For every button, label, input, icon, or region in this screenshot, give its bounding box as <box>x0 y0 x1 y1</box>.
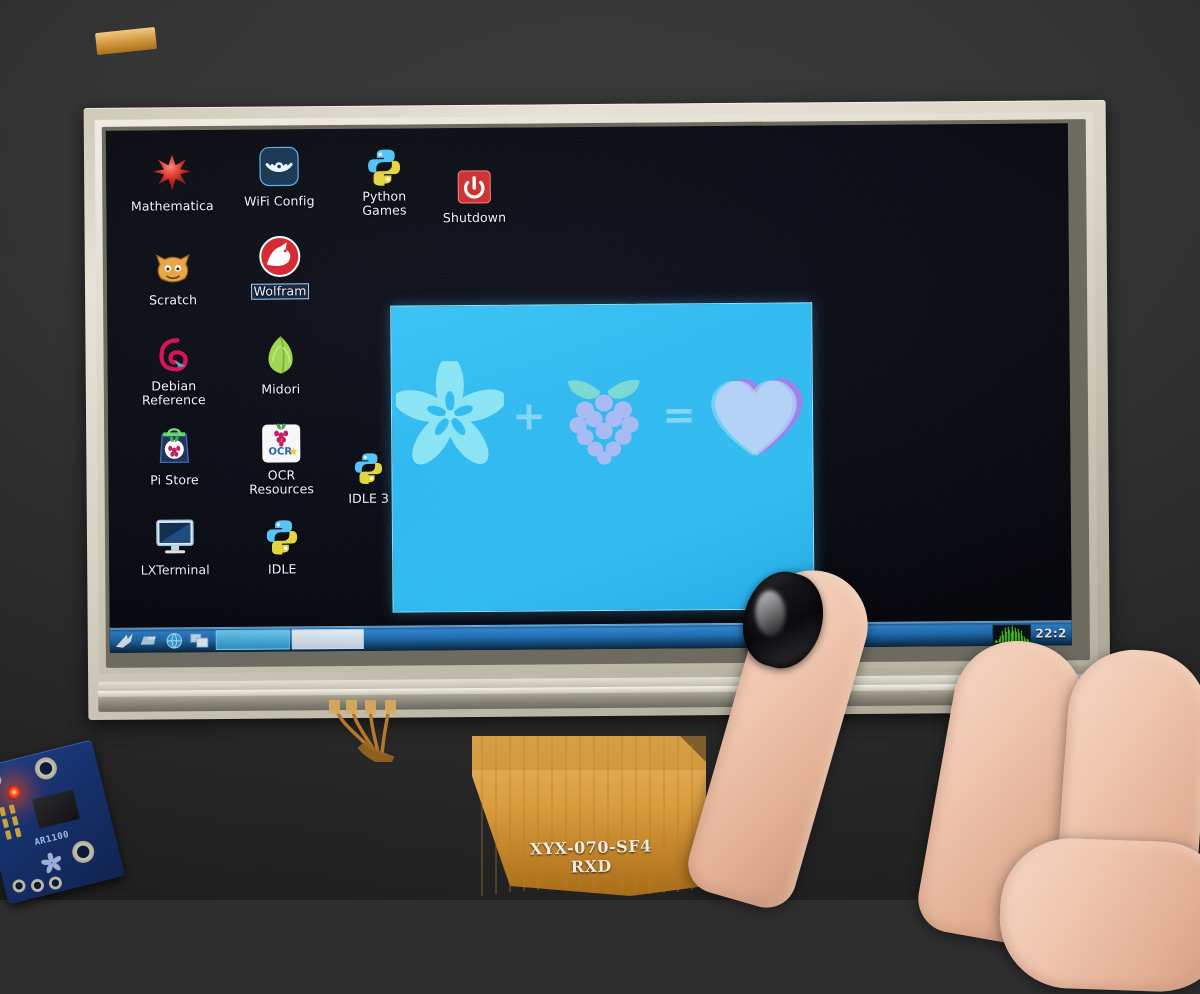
svg-text:OCR: OCR <box>269 446 293 457</box>
lxde-bird-icon <box>114 633 133 649</box>
wallpaper-image-adafruit-loves-raspberry-pi[interactable]: + <box>390 302 814 612</box>
desktop-icon-label: Wolfram <box>252 284 309 298</box>
touchscreen-ribbon-cable-upper <box>318 700 426 762</box>
equals-sign: = <box>662 395 696 435</box>
desktop-icon-mathematica[interactable]: Mathematica <box>124 148 221 215</box>
taskbar-window-buttons <box>216 629 364 650</box>
file-manager-launcher[interactable] <box>138 630 160 650</box>
clock[interactable]: 22:2 <box>1035 626 1067 640</box>
lcd-display-module: Mathematica WiFi Config <box>84 100 1111 720</box>
desktop-icon-debian-reference[interactable]: Debian Reference <box>125 332 222 408</box>
ribbon-cable-label: XYX-070-SF4 RXD <box>496 836 687 879</box>
raspberry-pi-icon <box>554 361 655 472</box>
wallpaper-equation-row: + <box>392 351 813 480</box>
panel-rail <box>98 683 1100 697</box>
desktop-icon-python-games[interactable]: Python Games <box>336 142 433 218</box>
lxterminal-monitor-icon <box>127 512 223 557</box>
cpu-bar <box>1002 630 1003 642</box>
pi-store-bag-icon <box>126 422 222 467</box>
python-icon <box>234 511 330 556</box>
debian-swirl-icon <box>125 332 221 377</box>
taskbar-window-button[interactable] <box>292 629 364 650</box>
desktop-icon-label: Mathematica <box>129 199 216 213</box>
adafruit-flower-icon <box>396 361 505 474</box>
desktop-icon-label: Debian Reference <box>140 379 208 407</box>
desktop-icon-scratch[interactable]: Scratch <box>125 242 222 309</box>
show-desktop-button[interactable] <box>188 630 210 650</box>
desktop-icon-label: Midori <box>259 382 302 396</box>
desktop-icon-pi-store[interactable]: Pi Store <box>126 422 223 489</box>
taskbar-spacer <box>364 634 993 639</box>
wolfram-icon <box>232 233 328 278</box>
desktop-icon-label: Scratch <box>147 293 199 307</box>
mathematica-star-icon <box>124 148 220 193</box>
desktop-icon-lxterminal[interactable]: LXTerminal <box>127 512 224 579</box>
desktop-icon-label: Pi Store <box>148 473 201 487</box>
taskbar-launcher-group <box>110 630 210 651</box>
python-icon <box>336 142 432 187</box>
heart-icon <box>704 363 809 466</box>
desktop-icon-label: Shutdown <box>441 211 508 225</box>
lcd-screen[interactable]: Mathematica WiFi Config <box>106 123 1072 653</box>
desktop-icon-wifi-config[interactable]: WiFi Config <box>231 143 328 210</box>
globe-icon <box>165 632 182 649</box>
desktop-icon-shutdown[interactable]: Shutdown <box>426 160 523 227</box>
taskbar-window-button-active[interactable] <box>216 629 290 650</box>
plus-sign: + <box>512 396 546 436</box>
windows-stack-icon <box>189 633 208 648</box>
desktop-icon-label: OCR Resources <box>247 468 316 496</box>
scratch-cat-icon <box>125 242 221 287</box>
folder-icon <box>140 633 158 647</box>
desktop-icon-label: WiFi Config <box>242 194 317 208</box>
palm <box>997 836 1200 994</box>
midori-leaf-icon <box>232 331 328 376</box>
desktop-icon-label: LXTerminal <box>139 563 212 577</box>
power-icon <box>426 160 522 205</box>
desktop-icon-ocr-resources[interactable]: OCR OCR Resources <box>233 421 330 497</box>
ocr-resources-icon: OCR <box>233 421 329 466</box>
desktop-icon-label: IDLE <box>266 562 299 576</box>
cpu-bar <box>1004 628 1005 643</box>
web-browser-launcher[interactable] <box>163 630 185 650</box>
desktop-icon-midori[interactable]: Midori <box>232 331 329 398</box>
lxde-menu-button[interactable] <box>113 631 135 651</box>
desktop-icon-label: IDLE 3 <box>346 492 391 506</box>
cpu-bar <box>1000 636 1001 642</box>
desktop-surface[interactable]: Mathematica WiFi Config <box>106 123 1072 653</box>
wifi-config-icon <box>231 143 327 188</box>
cpu-bar <box>1012 626 1013 642</box>
desktop-icon-wolfram[interactable]: Wolfram <box>232 233 329 300</box>
system-tray: 22:2 <box>992 624 1072 644</box>
desktop-icon-idle[interactable]: IDLE <box>234 511 331 578</box>
desktop-icon-label: Python Games <box>360 189 408 216</box>
